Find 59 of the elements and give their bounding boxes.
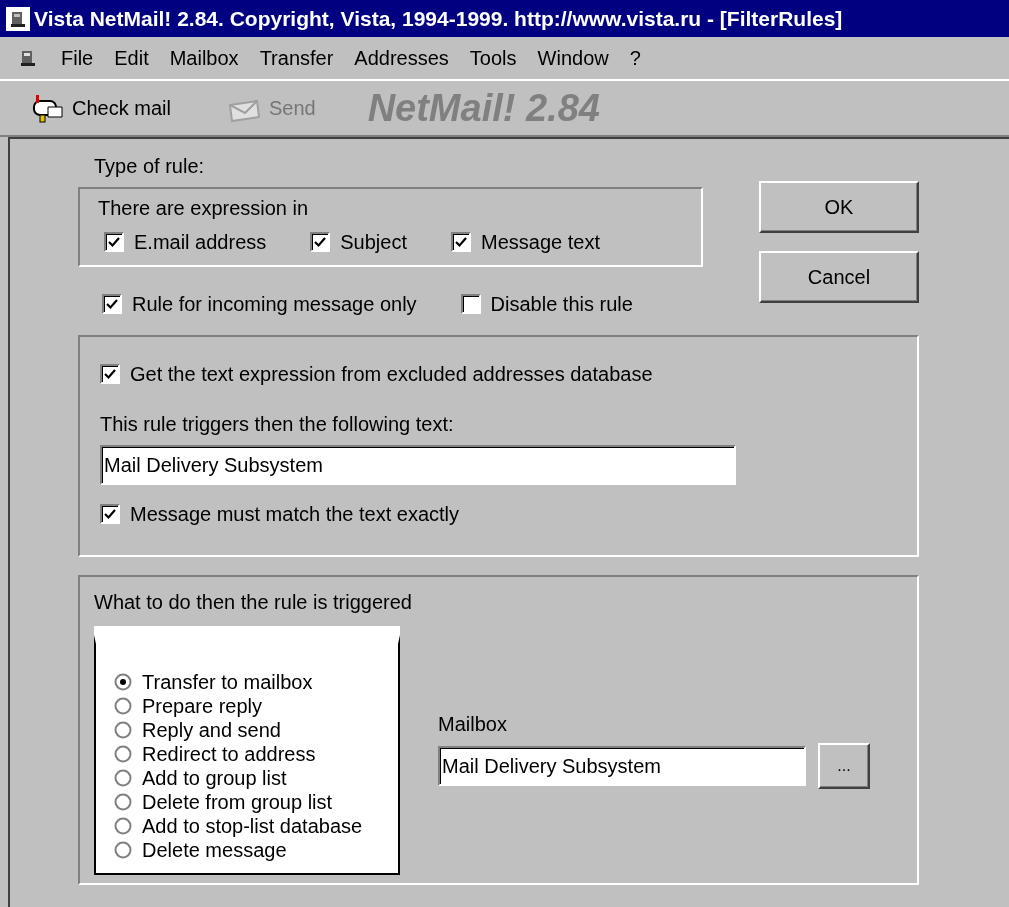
checkbox[interactable] [102, 294, 122, 314]
menu-item[interactable]: Tools [469, 43, 517, 73]
menu-item[interactable]: Transfer [259, 43, 334, 73]
menu-item[interactable]: ? [629, 43, 641, 73]
radio-label: Add to group list [142, 766, 287, 790]
brand-text: NetMail! 2.84 [367, 85, 600, 131]
group-label: There are expression in [98, 196, 310, 221]
menu-item[interactable]: Addresses [354, 43, 449, 73]
check-icon [104, 368, 116, 380]
section-label: Type of rule: [94, 154, 206, 179]
check-icon [108, 236, 120, 248]
radio-button[interactable] [114, 841, 132, 859]
menu-item[interactable]: File [61, 43, 94, 73]
menu-item[interactable]: Edit [114, 43, 149, 73]
field-label: Mailbox [438, 712, 508, 737]
dialog-button[interactable]: Cancel [759, 251, 919, 303]
checkbox[interactable] [460, 294, 481, 314]
field-label: This rule triggers then the following text: [100, 412, 455, 437]
checkbox-label: Disable this rule [490, 292, 633, 317]
text-field[interactable]: Mail Delivery Subsystem [100, 445, 736, 485]
checkbox[interactable] [310, 232, 331, 252]
radio-button[interactable] [114, 745, 132, 763]
check-icon [104, 508, 116, 520]
radio-button[interactable] [114, 673, 132, 691]
radio-button[interactable] [114, 721, 132, 739]
window-title: Vista NetMail! 2.84. Copyright, Vista, 1994-1999. http://www.vista.ru - [FilterRules] [34, 5, 843, 32]
radio-label: Transfer to mailbox [142, 670, 313, 694]
checkbox-label: E.mail address [134, 230, 267, 255]
radio-label: Add to stop-list database [142, 814, 363, 838]
radio-label: Prepare reply [142, 694, 263, 718]
dialog-button[interactable]: OK [759, 181, 919, 233]
mailbox-field[interactable]: Mail Delivery Subsystem [438, 746, 806, 786]
browse-button[interactable]: ... [818, 743, 870, 789]
check-icon [314, 236, 327, 248]
menu-item[interactable]: Mailbox [169, 43, 239, 73]
section-label: What to do then the rule is triggered [94, 590, 413, 615]
checkbox[interactable] [100, 504, 120, 524]
checkbox-label: Message text [481, 230, 600, 255]
app-icon [6, 6, 30, 31]
checkbox[interactable] [451, 232, 471, 252]
radio-label: Redirect to address [142, 742, 316, 766]
checkbox-label: Message must match the text exactly [130, 502, 460, 527]
radio-label: Delete from group list [142, 790, 333, 814]
radio-label: Reply and send [142, 718, 281, 742]
radio-label: Delete message [142, 838, 287, 862]
radio-button[interactable] [114, 793, 132, 811]
toolbar-button[interactable]: Check mail [30, 93, 171, 123]
checkbox[interactable] [100, 364, 120, 384]
checkbox-label: Subject [340, 230, 407, 255]
radio-button[interactable] [114, 769, 132, 787]
check-icon [455, 236, 467, 248]
checkbox[interactable] [104, 232, 124, 252]
checkbox-label: Get the text expression from excluded addresses database [130, 362, 653, 387]
mailbox-icon [30, 93, 64, 123]
checkbox-label: Rule for incoming message only [132, 292, 417, 317]
radio-button[interactable] [114, 697, 132, 715]
radio-button[interactable] [114, 817, 132, 835]
menu-item[interactable]: Window [537, 43, 609, 73]
check-icon [106, 298, 118, 310]
